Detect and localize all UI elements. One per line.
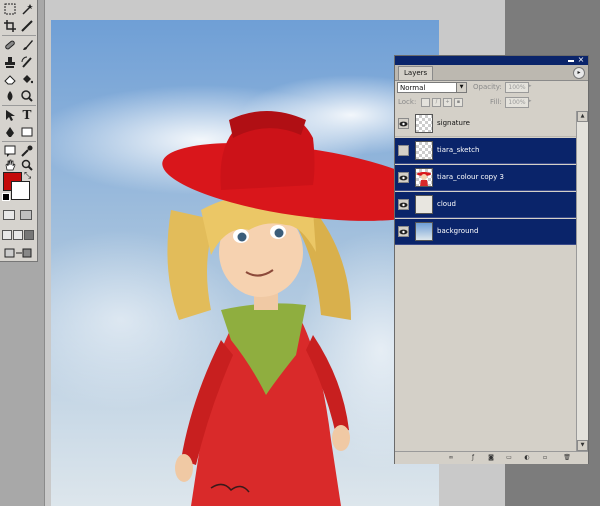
tab-layers[interactable]: Layers bbox=[398, 66, 434, 80]
dodge-icon[interactable] bbox=[19, 88, 35, 104]
eye-icon bbox=[399, 175, 408, 180]
eye-icon bbox=[399, 202, 408, 207]
rectangle-shape-icon[interactable] bbox=[19, 124, 35, 140]
lock-all-icon[interactable]: ▪ bbox=[454, 98, 463, 107]
layers-footer: ∞ ƒ ◙ ▭ ◐ ▫ 🗑 bbox=[395, 451, 588, 464]
layer-thumbnail bbox=[415, 141, 433, 160]
standard-mode-button[interactable] bbox=[3, 210, 15, 220]
blend-mode-select[interactable]: Normal ▼ bbox=[397, 82, 467, 93]
eye-icon bbox=[399, 229, 408, 234]
scroll-up-icon[interactable]: ▲ bbox=[577, 111, 588, 122]
toolbox: T ⤡ bbox=[0, 0, 38, 262]
screen-mode-full-button[interactable] bbox=[24, 230, 34, 240]
lock-image-icon[interactable]: / bbox=[432, 98, 441, 107]
slice-icon[interactable] bbox=[19, 18, 35, 34]
screen-mode-standard-button[interactable] bbox=[2, 230, 12, 240]
painting bbox=[51, 20, 439, 506]
layer-mask-icon[interactable]: ◙ bbox=[487, 454, 495, 462]
lock-transparency-icon[interactable] bbox=[421, 98, 430, 107]
panel-menu-icon[interactable]: ▸ bbox=[573, 67, 585, 79]
panel-tab-row: Layers ▸ bbox=[395, 65, 588, 81]
paint-bucket-icon[interactable] bbox=[19, 71, 35, 87]
visibility-toggle[interactable] bbox=[398, 145, 409, 156]
close-icon[interactable]: × bbox=[577, 56, 585, 64]
layer-thumbnail bbox=[415, 114, 433, 133]
new-layer-icon[interactable]: ▫ bbox=[541, 454, 549, 462]
opacity-label: Opacity: bbox=[473, 83, 502, 91]
tiara-thumbnail-image bbox=[417, 172, 431, 186]
layer-name: tiara_sketch bbox=[437, 146, 480, 154]
image-canvas[interactable] bbox=[51, 20, 439, 506]
toolbox-separator bbox=[2, 141, 36, 142]
path-selection-icon[interactable] bbox=[2, 107, 18, 123]
layer-row-signature[interactable]: signature bbox=[395, 111, 576, 137]
fill-label: Fill: bbox=[490, 98, 502, 106]
opacity-input[interactable]: 100% bbox=[505, 82, 529, 93]
lock-label: Lock: bbox=[398, 98, 417, 106]
fill-input[interactable]: 100% bbox=[505, 97, 529, 108]
lock-position-icon[interactable]: + bbox=[443, 98, 452, 107]
eye-icon bbox=[399, 121, 408, 126]
default-colors-icon[interactable] bbox=[2, 193, 10, 201]
marquee-icon[interactable] bbox=[2, 1, 18, 17]
healing-brush-icon[interactable] bbox=[2, 37, 18, 53]
panel-titlebar[interactable]: × bbox=[395, 56, 588, 65]
layer-name: cloud bbox=[437, 200, 456, 208]
quick-mask-button[interactable] bbox=[20, 210, 32, 220]
blend-mode-value: Normal bbox=[400, 84, 426, 92]
visibility-toggle[interactable] bbox=[398, 172, 409, 183]
swap-colors-icon[interactable]: ⤡ bbox=[24, 171, 31, 181]
crop-icon[interactable] bbox=[2, 18, 18, 34]
chevron-down-icon: ▼ bbox=[456, 83, 466, 92]
opacity-arrow-icon[interactable]: ▸ bbox=[529, 82, 536, 91]
layer-row-tiara-colour-copy-3[interactable]: tiara_colour copy 3 bbox=[395, 165, 576, 191]
layer-thumbnail bbox=[415, 168, 433, 187]
fill-arrow-icon[interactable]: ▸ bbox=[529, 97, 536, 106]
layer-thumbnail bbox=[415, 195, 433, 214]
visibility-toggle[interactable] bbox=[398, 226, 409, 237]
layer-row-cloud[interactable]: cloud bbox=[395, 192, 576, 218]
hand-icon[interactable] bbox=[2, 157, 18, 173]
minimize-icon[interactable] bbox=[568, 60, 574, 62]
visibility-toggle[interactable] bbox=[398, 199, 409, 210]
scroll-down-icon[interactable]: ▼ bbox=[577, 440, 588, 451]
trash-icon[interactable]: 🗑 bbox=[563, 454, 571, 462]
link-icon[interactable]: ∞ bbox=[447, 454, 455, 462]
visibility-toggle[interactable] bbox=[398, 118, 409, 129]
eraser-icon[interactable] bbox=[2, 71, 18, 87]
screen-mode-full-menu-button[interactable] bbox=[13, 230, 23, 240]
layer-row-background[interactable]: background bbox=[395, 219, 576, 245]
layer-name: background bbox=[437, 227, 479, 235]
layer-style-icon[interactable]: ƒ bbox=[469, 454, 477, 462]
layer-thumbnail bbox=[415, 222, 433, 241]
toolbox-separator bbox=[2, 35, 36, 36]
layers-list: signature tiara_sketch tiara_colour copy… bbox=[395, 111, 576, 451]
magic-wand-icon[interactable] bbox=[19, 1, 35, 17]
brush-icon[interactable] bbox=[19, 37, 35, 53]
layer-name: signature bbox=[437, 119, 470, 127]
pen-icon[interactable] bbox=[2, 124, 18, 140]
type-icon[interactable]: T bbox=[19, 107, 35, 123]
clone-stamp-icon[interactable] bbox=[2, 54, 18, 70]
layers-panel: × Layers ▸ Normal ▼ Opacity: 100% ▸ Lock… bbox=[394, 55, 589, 464]
jump-to-imageready-icon[interactable] bbox=[3, 245, 33, 261]
toolbox-separator bbox=[2, 105, 36, 106]
layer-row-tiara-sketch[interactable]: tiara_sketch bbox=[395, 138, 576, 164]
new-group-icon[interactable]: ▭ bbox=[505, 454, 513, 462]
adjustment-layer-icon[interactable]: ◐ bbox=[523, 454, 531, 462]
layer-name: tiara_colour copy 3 bbox=[437, 173, 504, 181]
layers-scrollbar[interactable]: ▲ ▼ bbox=[576, 111, 588, 451]
background-color-swatch[interactable] bbox=[11, 181, 30, 200]
history-brush-icon[interactable] bbox=[19, 54, 35, 70]
blur-icon[interactable] bbox=[2, 88, 18, 104]
